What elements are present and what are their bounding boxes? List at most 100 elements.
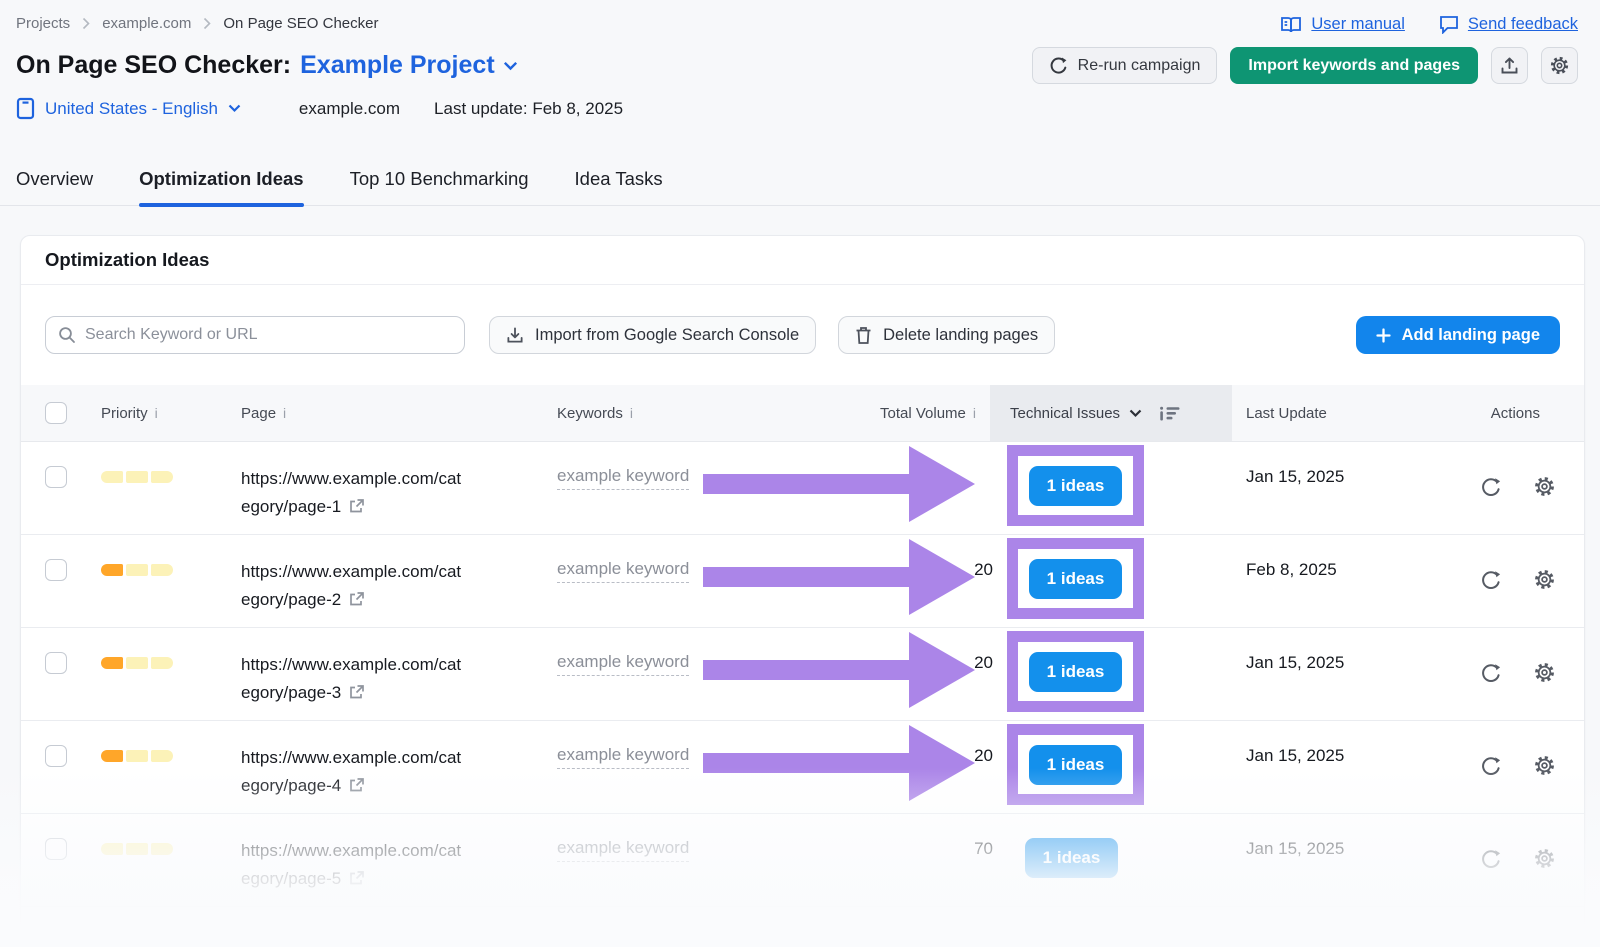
import-gsc-button[interactable]: Import from Google Search Console (489, 316, 816, 354)
row-refresh-icon[interactable] (1480, 475, 1502, 498)
row-checkbox[interactable] (45, 559, 67, 581)
sort-order-icon[interactable] (1159, 406, 1180, 421)
annotation-frame: 1 ideas (1007, 631, 1144, 712)
breadcrumb-domain[interactable]: example.com (102, 15, 191, 32)
external-link-icon[interactable] (348, 684, 365, 701)
plus-icon (1376, 328, 1391, 343)
column-header-page[interactable]: Pagei (241, 405, 557, 422)
priority-indicator (101, 564, 241, 576)
search-input[interactable] (85, 326, 452, 344)
keyword-link[interactable]: example keyword (557, 745, 689, 769)
tab-top10-benchmarking[interactable]: Top 10 Benchmarking (350, 162, 529, 205)
annotation-frame: 1 ideas (1007, 538, 1144, 619)
info-icon[interactable]: i (283, 405, 286, 421)
row-settings-icon[interactable] (1533, 847, 1556, 870)
priority-indicator (101, 657, 241, 669)
locale-selector[interactable]: United States - English (16, 97, 241, 120)
row-checkbox[interactable] (45, 838, 67, 860)
gear-icon (1549, 55, 1570, 76)
keyword-link[interactable]: example keyword (557, 466, 689, 490)
send-feedback-link[interactable]: Send feedback (1439, 15, 1578, 34)
page-url-link[interactable]: https://www.example.com/category/page-5 (241, 841, 461, 888)
page-url-link[interactable]: https://www.example.com/category/page-4 (241, 748, 461, 795)
info-icon[interactable]: i (630, 405, 633, 421)
row-refresh-icon[interactable] (1480, 568, 1502, 591)
import-keywords-label: Import keywords and pages (1248, 57, 1460, 75)
locale-label: United States - English (45, 99, 218, 119)
select-all-checkbox[interactable] (45, 402, 67, 424)
panel-toolbar: Import from Google Search Console Delete… (21, 285, 1584, 385)
row-refresh-icon[interactable] (1480, 661, 1502, 684)
export-button[interactable] (1491, 47, 1528, 84)
keyword-link[interactable]: example keyword (557, 838, 689, 862)
info-icon[interactable]: i (155, 405, 158, 421)
row-refresh-icon[interactable] (1480, 847, 1502, 870)
external-link-icon[interactable] (348, 777, 365, 794)
page-url-link[interactable]: https://www.example.com/category/page-3 (241, 655, 461, 702)
annotation-frame: 1 ideas (1007, 445, 1144, 526)
column-header-technical-issues[interactable]: Technical Issues (976, 385, 1220, 441)
keyword-link[interactable]: example keyword (557, 559, 689, 583)
project-selector[interactable]: Example Project (300, 51, 518, 80)
tab-idea-tasks[interactable]: Idea Tasks (575, 162, 663, 205)
last-update-value: Jan 15, 2025 (1220, 814, 1420, 859)
tab-label: Idea Tasks (575, 168, 663, 189)
top-bar: Projects example.com On Page SEO Checker… (0, 0, 1600, 34)
panel-header: Optimization Ideas (21, 236, 1584, 285)
ideas-button[interactable]: 1 ideas (1029, 559, 1122, 599)
page-url-link[interactable]: https://www.example.com/category/page-1 (241, 469, 461, 516)
project-name: Example Project (300, 51, 495, 80)
user-manual-label: User manual (1311, 15, 1405, 34)
ideas-button[interactable]: 1 ideas (1029, 745, 1122, 785)
priority-indicator (101, 471, 241, 483)
book-icon (1280, 16, 1302, 34)
row-checkbox[interactable] (45, 745, 67, 767)
settings-button[interactable] (1541, 47, 1578, 84)
row-settings-icon[interactable] (1533, 661, 1556, 684)
breadcrumb: Projects example.com On Page SEO Checker (16, 15, 378, 32)
tab-label: Optimization Ideas (139, 168, 303, 189)
column-header-actions: Actions (1420, 405, 1560, 422)
delete-landing-pages-button[interactable]: Delete landing pages (838, 316, 1055, 354)
column-header-total-volume[interactable]: Total Volumei (856, 405, 976, 422)
row-refresh-icon[interactable] (1480, 754, 1502, 777)
optimization-ideas-panel: Optimization Ideas Import from Google Se… (20, 235, 1585, 938)
refresh-icon (1049, 56, 1068, 75)
search-box (45, 316, 465, 354)
total-volume-value (873, 442, 993, 467)
column-header-keywords[interactable]: Keywordsi (557, 405, 856, 422)
user-manual-link[interactable]: User manual (1280, 15, 1405, 34)
external-link-icon[interactable] (348, 870, 365, 887)
row-settings-icon[interactable] (1533, 568, 1556, 591)
last-update-value: Jan 15, 2025 (1220, 721, 1420, 766)
tab-optimization-ideas[interactable]: Optimization Ideas (139, 162, 303, 205)
send-feedback-label: Send feedback (1468, 15, 1578, 34)
total-volume-value: 20 (873, 535, 993, 580)
external-link-icon[interactable] (348, 591, 365, 608)
tab-label: Top 10 Benchmarking (350, 168, 529, 189)
column-header-priority[interactable]: Priorityi (101, 405, 241, 422)
breadcrumb-projects[interactable]: Projects (16, 15, 70, 32)
column-header-last-update[interactable]: Last Update (1220, 405, 1420, 422)
rerun-campaign-button[interactable]: Re-run campaign (1032, 47, 1218, 84)
row-checkbox[interactable] (45, 466, 67, 488)
ideas-button[interactable]: 1 ideas (1025, 838, 1118, 878)
last-update-value: Jan 15, 2025 (1220, 628, 1420, 673)
row-checkbox[interactable] (45, 652, 67, 674)
priority-indicator (101, 750, 241, 762)
external-link-icon[interactable] (348, 498, 365, 515)
chevron-down-icon (1129, 409, 1142, 418)
page-url-link[interactable]: https://www.example.com/category/page-2 (241, 562, 461, 609)
last-update-value: Feb 8, 2025 (1220, 535, 1420, 580)
ideas-button[interactable]: 1 ideas (1029, 466, 1122, 506)
ideas-button[interactable]: 1 ideas (1029, 652, 1122, 692)
keyword-link[interactable]: example keyword (557, 652, 689, 676)
chevron-right-icon (203, 17, 211, 30)
add-landing-page-button[interactable]: Add landing page (1356, 316, 1560, 354)
total-volume-value: 20 (873, 721, 993, 766)
tab-overview[interactable]: Overview (16, 162, 93, 205)
import-keywords-button[interactable]: Import keywords and pages (1230, 47, 1478, 84)
row-settings-icon[interactable] (1533, 475, 1556, 498)
row-settings-icon[interactable] (1533, 754, 1556, 777)
page-title-text: On Page SEO Checker: (16, 51, 291, 80)
